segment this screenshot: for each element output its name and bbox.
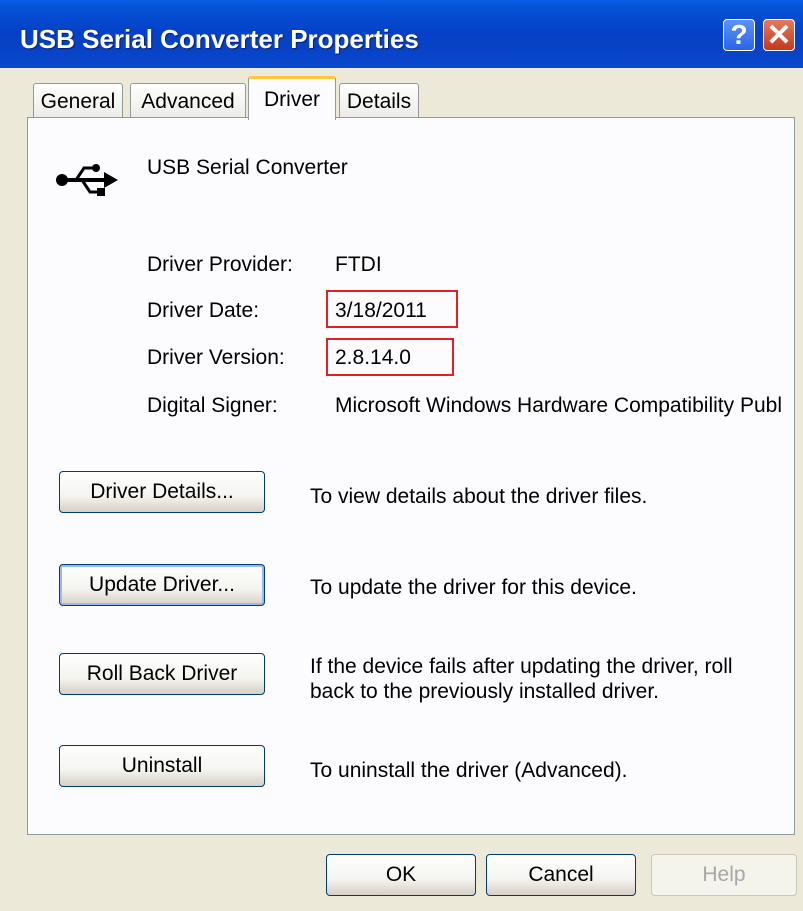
tab-advanced[interactable]: Advanced [130, 83, 246, 119]
button-label: Uninstall [121, 754, 203, 777]
button-label: Roll Back Driver [86, 662, 238, 685]
digital-signer-label: Digital Signer: [147, 394, 278, 417]
button-label: OK [385, 863, 417, 886]
uninstall-button[interactable]: Uninstall [59, 745, 265, 787]
button-label: Help [702, 863, 746, 886]
ok-button[interactable]: OK [326, 854, 476, 896]
tab-label: Details [346, 89, 412, 113]
tab-label: Advanced [141, 89, 235, 113]
question-mark-icon: ? [730, 19, 748, 50]
help-title-button[interactable]: ? [723, 19, 755, 51]
driver-version-label: Driver Version: [147, 346, 285, 369]
tab-label: General [40, 89, 116, 113]
button-label: Driver Details... [90, 480, 234, 503]
update-driver-description: To update the driver for this device. [310, 576, 637, 599]
close-icon: ✕ [766, 18, 792, 52]
digital-signer-value: Microsoft Windows Hardware Compatibility… [335, 394, 782, 417]
help-button[interactable]: Help [651, 854, 797, 896]
roll-back-driver-button[interactable]: Roll Back Driver [59, 653, 265, 695]
driver-date-value: 3/18/2011 [335, 299, 427, 322]
tab-general[interactable]: General [33, 83, 123, 119]
tab-driver[interactable]: Driver [248, 76, 336, 120]
driver-tab-panel: USB Serial Converter Driver Provider: FT… [27, 117, 795, 835]
driver-provider-label: Driver Provider: [147, 253, 293, 276]
driver-details-description: To view details about the driver files. [310, 485, 648, 508]
driver-provider-value: FTDI [335, 253, 382, 276]
roll-back-description-line2: back to the previously installed driver. [310, 680, 660, 703]
window-title: USB Serial Converter Properties [20, 24, 419, 54]
tab-label: Driver [264, 87, 320, 111]
driver-details-button[interactable]: Driver Details... [59, 471, 265, 513]
usb-icon [56, 164, 118, 196]
driver-version-value: 2.8.14.0 [335, 346, 411, 369]
device-name: USB Serial Converter [147, 156, 348, 179]
close-button[interactable]: ✕ [763, 18, 795, 52]
cancel-button[interactable]: Cancel [486, 854, 636, 896]
button-label: Cancel [528, 863, 594, 886]
driver-date-label: Driver Date: [147, 299, 260, 322]
update-driver-button[interactable]: Update Driver... [59, 564, 265, 606]
button-label: Update Driver... [89, 573, 235, 596]
title-bar[interactable]: USB Serial Converter Properties ? ✕ [0, 0, 803, 68]
uninstall-description: To uninstall the driver (Advanced). [310, 759, 628, 782]
roll-back-description-line1: If the device fails after updating the d… [310, 655, 733, 678]
tab-details[interactable]: Details [339, 83, 419, 119]
